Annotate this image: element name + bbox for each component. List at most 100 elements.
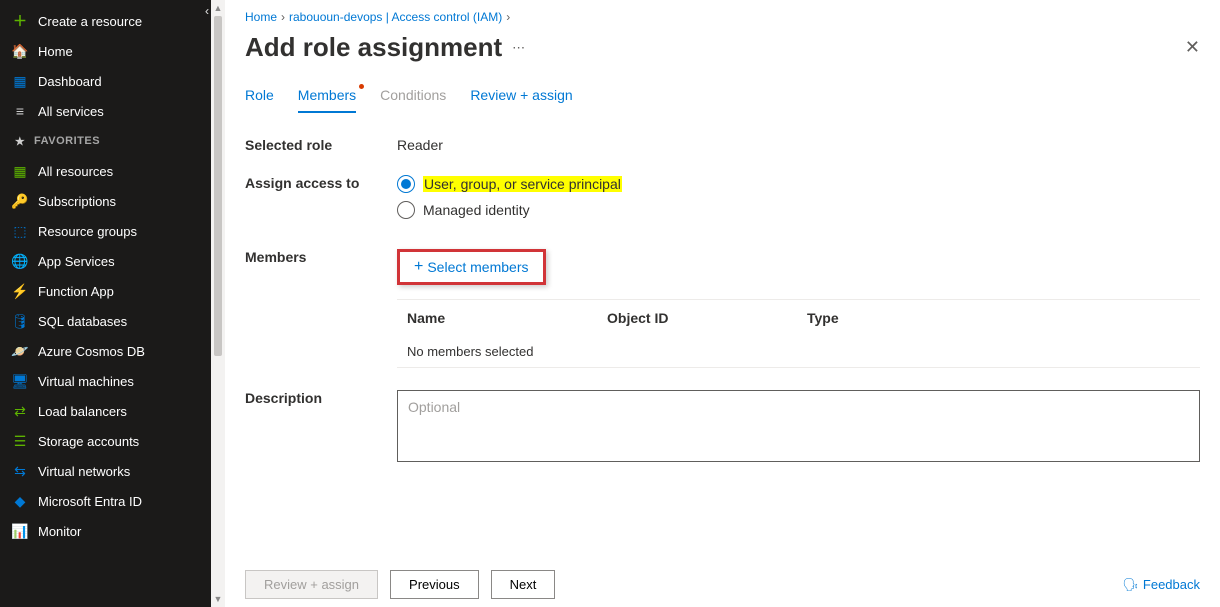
sidebar: ‹‹ ＋ Create a resource 🏠 Home ▦ Dashboar… [0,0,211,607]
sidebar-all-services[interactable]: ≡ All services [0,96,211,126]
globe-icon: 🌐 [12,253,28,269]
scroll-thumb[interactable] [214,16,222,356]
next-button[interactable]: Next [491,570,556,599]
sidebar-favorites-label: FAVORITES [34,135,100,147]
page-title: Add role assignment [245,32,502,63]
select-members-label: Select members [427,259,528,275]
col-header-name: Name [407,310,607,326]
sidebar-subscriptions[interactable]: 🔑 Subscriptions [0,186,211,216]
sidebar-entra-id-label: Microsoft Entra ID [38,494,142,509]
sidebar-favorites-header: ★ FAVORITES [0,126,211,156]
tabs: Role Members Conditions Review + assign [245,87,1200,113]
scroll-up-icon[interactable]: ▲ [211,0,225,16]
breadcrumb-resource[interactable]: rabououn-devops | Access control (IAM) [289,10,502,24]
sidebar-all-resources-label: All resources [38,164,113,179]
monitor-icon: 📊 [12,523,28,539]
breadcrumb: Home › rabououn-devops | Access control … [245,10,1200,24]
cube-icon: ⬚ [12,223,28,239]
sidebar-create-resource[interactable]: ＋ Create a resource [0,6,211,36]
plus-icon: ＋ [12,13,28,29]
chevron-right-icon: › [506,10,510,24]
description-label: Description [245,390,397,465]
key-icon: 🔑 [12,193,28,209]
sidebar-app-services-label: App Services [38,254,115,269]
sidebar-cosmos-db-label: Azure Cosmos DB [38,344,145,359]
radio-managed-identity-label: Managed identity [423,202,530,218]
review-assign-button[interactable]: Review + assign [245,570,378,599]
sidebar-virtual-networks[interactable]: ⇆ Virtual networks [0,456,211,486]
no-members-row: No members selected [397,336,1200,368]
home-icon: 🏠 [12,43,28,59]
sidebar-virtual-machines[interactable]: 🖥 Virtual machines [0,366,211,396]
selected-role-label: Selected role [245,137,397,153]
members-table: Name Object ID Type No members selected [397,299,1200,368]
sidebar-load-balancers[interactable]: ⇄ Load balancers [0,396,211,426]
sidebar-entra-id[interactable]: ◆ Microsoft Entra ID [0,486,211,516]
select-members-button[interactable]: + Select members [414,258,529,276]
sidebar-dashboard-label: Dashboard [38,74,102,89]
previous-button[interactable]: Previous [390,570,479,599]
sidebar-storage-accounts[interactable]: ☰ Storage accounts [0,426,211,456]
description-textarea[interactable] [397,390,1200,462]
select-members-highlight-box: + Select members [397,249,546,285]
sidebar-home[interactable]: 🏠 Home [0,36,211,66]
scroll-down-icon[interactable]: ▼ [211,591,225,607]
sidebar-app-services[interactable]: 🌐 App Services [0,246,211,276]
radio-user-group-label: User, group, or service principal [423,176,622,192]
grid-icon: ▦ [12,163,28,179]
tab-indicator-dot [359,84,364,89]
selected-role-value: Reader [397,137,1200,153]
star-icon: ★ [12,133,28,149]
sidebar-virtual-networks-label: Virtual networks [38,464,130,479]
sidebar-subscriptions-label: Subscriptions [38,194,116,209]
dashboard-icon: ▦ [12,73,28,89]
sidebar-sql-databases[interactable]: 🛢 SQL databases [0,306,211,336]
sidebar-resource-groups-label: Resource groups [38,224,137,239]
tab-conditions[interactable]: Conditions [380,87,446,113]
sidebar-all-resources[interactable]: ▦ All resources [0,156,211,186]
feedback-link[interactable]: 🗣 Feedback [1122,577,1200,593]
assign-access-label: Assign access to [245,175,397,227]
feedback-label: Feedback [1143,577,1200,592]
sidebar-function-app-label: Function App [38,284,114,299]
balance-icon: ⇄ [12,403,28,419]
members-label: Members [245,249,397,285]
sidebar-monitor-label: Monitor [38,524,81,539]
entra-icon: ◆ [12,493,28,509]
sidebar-cosmos-db[interactable]: 🪐 Azure Cosmos DB [0,336,211,366]
sidebar-dashboard[interactable]: ▦ Dashboard [0,66,211,96]
col-header-object-id: Object ID [607,310,807,326]
tab-members-label: Members [298,87,356,103]
close-icon[interactable]: ✕ [1185,37,1200,58]
tab-role[interactable]: Role [245,87,274,113]
sql-icon: 🛢 [12,313,28,329]
bolt-icon: ⚡ [12,283,28,299]
list-icon: ≡ [12,103,28,119]
radio-user-group[interactable] [397,175,415,193]
sidebar-monitor[interactable]: 📊 Monitor [0,516,211,546]
main-content: Home › rabououn-devops | Access control … [225,0,1220,607]
chevron-right-icon: › [281,10,285,24]
sidebar-resource-groups[interactable]: ⬚ Resource groups [0,216,211,246]
col-header-type: Type [807,310,1190,326]
breadcrumb-home[interactable]: Home [245,10,277,24]
footer: Review + assign Previous Next 🗣 Feedback [245,555,1200,607]
tab-members[interactable]: Members [298,87,356,113]
radio-managed-identity[interactable] [397,201,415,219]
more-icon[interactable]: ⋯ [512,40,525,56]
sidebar-create-resource-label: Create a resource [38,14,142,29]
network-icon: ⇆ [12,463,28,479]
vm-icon: 🖥 [12,373,28,389]
sidebar-home-label: Home [38,44,73,59]
sidebar-sql-databases-label: SQL databases [38,314,127,329]
sidebar-load-balancers-label: Load balancers [38,404,127,419]
sidebar-function-app[interactable]: ⚡ Function App [0,276,211,306]
plus-icon: + [414,258,423,276]
sidebar-storage-accounts-label: Storage accounts [38,434,139,449]
feedback-icon: 🗣 [1122,577,1139,593]
sidebar-scrollbar[interactable]: ▲ ▼ [211,0,225,607]
tab-review-assign[interactable]: Review + assign [470,87,572,113]
cosmos-icon: 🪐 [12,343,28,359]
sidebar-all-services-label: All services [38,104,104,119]
storage-icon: ☰ [12,433,28,449]
